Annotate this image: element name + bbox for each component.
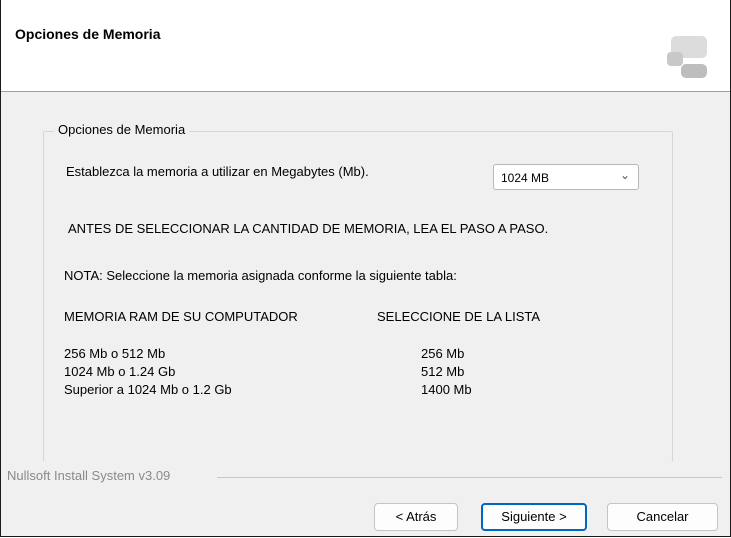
table-row-ram: Superior a 1024 Mb o 1.2 Gb — [64, 382, 232, 397]
memory-select-value: 1024 MB — [501, 171, 550, 185]
table-row-value: 512 Mb — [421, 364, 465, 379]
table-row-value: 1400 Mb — [421, 382, 472, 397]
table-header-ram: MEMORIA RAM DE SU COMPUTADOR — [64, 309, 298, 324]
footer-divider — [217, 477, 722, 478]
cancel-button[interactable]: Cancelar — [607, 503, 718, 531]
table-row-ram: 256 Mb o 512 Mb — [64, 346, 166, 361]
table-header-select: SELECCIONE DE LA LISTA — [377, 309, 541, 324]
table-row-ram: 1024 Mb o 1.24 Gb — [64, 364, 176, 379]
memory-select[interactable]: 1024 MB ⌄ — [493, 164, 639, 190]
note-text: NOTA: Seleccione la memoria asignada con… — [64, 268, 457, 283]
warning-text: ANTES DE SELECCIONAR LA CANTIDAD DE MEMO… — [68, 221, 549, 236]
installer-window: Opciones de Memoria Opciones de Memoria … — [0, 0, 731, 537]
next-button[interactable]: Siguiente > — [481, 503, 587, 531]
installer-brand: Nullsoft Install System v3.09 — [7, 468, 171, 483]
installer-icon — [667, 36, 707, 78]
back-button[interactable]: < Atrás — [374, 503, 458, 531]
table-row-value: 256 Mb — [421, 346, 465, 361]
chevron-down-icon[interactable]: ⌄ — [620, 168, 630, 182]
page-title: Opciones de Memoria — [15, 26, 161, 42]
memory-prompt: Establezca la memoria a utilizar en Mega… — [66, 164, 369, 179]
header-panel: Opciones de Memoria — [1, 0, 730, 92]
group-label: Opciones de Memoria — [54, 122, 190, 137]
